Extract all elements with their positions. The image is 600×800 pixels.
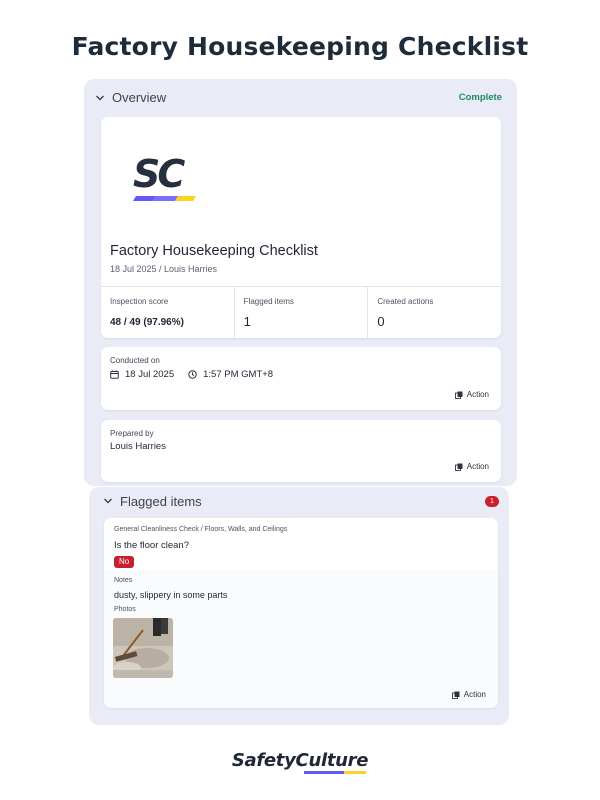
floor-photo-thumbnail[interactable] [113, 618, 173, 678]
stat-created-actions[interactable]: Created actions 0 [368, 287, 501, 338]
flagged-action-button[interactable]: Action [451, 690, 486, 699]
action-label: Action [463, 690, 486, 699]
brand-underline-icon [303, 771, 366, 774]
conducted-time: 1:57 PM GMT+8 [203, 369, 274, 380]
flagged-title: Flagged items [120, 494, 202, 509]
flagged-item-card: General Cleanliness Check / Floors, Wall… [104, 518, 498, 708]
stat-flagged-items[interactable]: Flagged items 1 [235, 287, 369, 338]
status-badge: Complete [458, 92, 502, 103]
action-icon [454, 463, 463, 471]
flagged-items-section: Flagged items 1 General Cleanliness Chec… [89, 487, 509, 725]
flagged-count-badge: 1 [485, 496, 499, 507]
overview-card: SC Factory Housekeeping Checklist 18 Jul… [101, 117, 501, 338]
prepared-value: Louis Harries [110, 441, 166, 452]
safetyculture-logo: SafetyCulture [231, 750, 369, 774]
flagged-header[interactable]: Flagged items 1 [89, 487, 509, 517]
overview-header[interactable]: Overview Complete [84, 79, 517, 115]
stat-value: 1 [243, 314, 251, 329]
company-logo: SC [130, 151, 202, 207]
prepared-action-button[interactable]: Action [454, 462, 489, 471]
sc-logo-icon: SC [133, 152, 196, 201]
chevron-down-icon[interactable] [103, 496, 113, 506]
page-title: Factory Housekeeping Checklist [71, 32, 529, 61]
brand-text: SafetyCulture [231, 750, 369, 771]
photo-image [113, 618, 173, 678]
overview-title: Overview [112, 90, 167, 105]
answer-badge: No [114, 556, 135, 568]
item-question: Is the floor clean? [114, 540, 189, 551]
stat-label: Inspection score [110, 297, 169, 306]
notes-text: dusty, slippery in some parts [114, 590, 228, 600]
stat-inspection-score: Inspection score 48 / 49 (97.96%) [101, 287, 235, 338]
item-path: General Cleanliness Check / Floors, Wall… [114, 526, 288, 533]
svg-text:SC: SC [133, 152, 185, 196]
report-title: Factory Housekeeping Checklist [110, 243, 318, 259]
action-icon [451, 691, 460, 699]
conducted-on-card: Conducted on 18 Jul 2025 1:57 PM GMT+8 A… [101, 347, 501, 410]
action-icon [454, 391, 463, 399]
prepared-by-card: Prepared by Louis Harries Action [101, 420, 501, 482]
chevron-down-icon[interactable] [95, 93, 105, 103]
stat-value: 48 / 49 (97.96%) [110, 317, 184, 328]
conducted-date: 18 Jul 2025 [125, 369, 175, 380]
stat-label: Created actions [377, 297, 434, 306]
prepared-label: Prepared by [110, 429, 154, 438]
conducted-action-button[interactable]: Action [454, 390, 489, 399]
overview-section: Overview Complete SC Factory Housekeepin… [84, 79, 517, 486]
stat-label: Flagged items [243, 297, 294, 306]
report-subtitle: 18 Jul 2025 / Louis Harries [110, 264, 218, 274]
action-label: Action [466, 462, 489, 471]
stats-row: Inspection score 48 / 49 (97.96%) Flagge… [101, 286, 501, 338]
notes-area: Notes dusty, slippery in some parts Phot… [104, 570, 498, 708]
footer-brand: SafetyCulture [0, 750, 600, 774]
action-label: Action [466, 390, 489, 399]
stat-value: 0 [377, 314, 385, 329]
conducted-label: Conducted on [110, 356, 160, 365]
clock-icon [188, 370, 197, 379]
conducted-datetime: 18 Jul 2025 1:57 PM GMT+8 [110, 369, 273, 380]
notes-label: Notes [114, 577, 133, 584]
photos-label: Photos [114, 606, 136, 613]
calendar-icon [110, 370, 119, 379]
